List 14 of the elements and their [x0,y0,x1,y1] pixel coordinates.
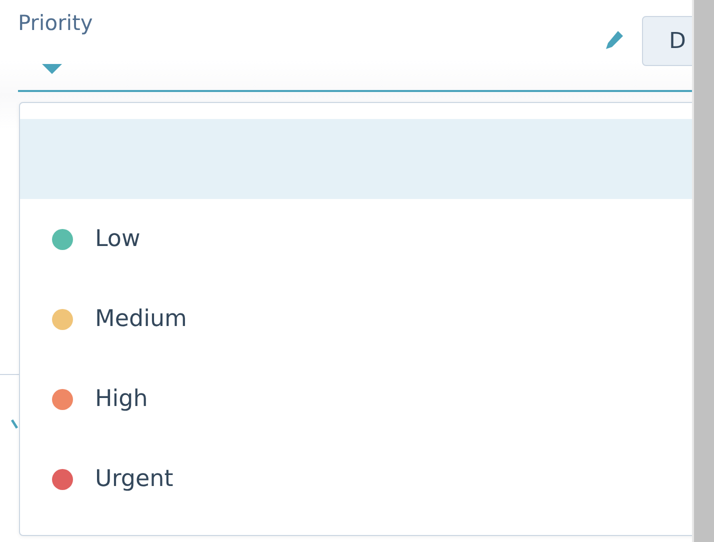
option-label: Urgent [95,464,174,494]
action-button[interactable]: D [642,16,692,66]
chevron-icon[interactable] [10,418,20,430]
pencil-icon[interactable] [604,30,624,50]
caret-icon[interactable] [42,64,62,74]
dropdown-option[interactable]: High [20,359,692,439]
field-label: Priority [18,10,93,37]
dropdown-option[interactable]: Low [20,199,692,279]
option-label: Medium [95,304,187,334]
option-label: Low [95,224,140,254]
option-label: High [95,384,148,414]
dropdown-option[interactable]: Medium [20,279,692,359]
dropdown-option[interactable]: Urgent [20,439,692,519]
scrollbar[interactable] [692,0,714,542]
